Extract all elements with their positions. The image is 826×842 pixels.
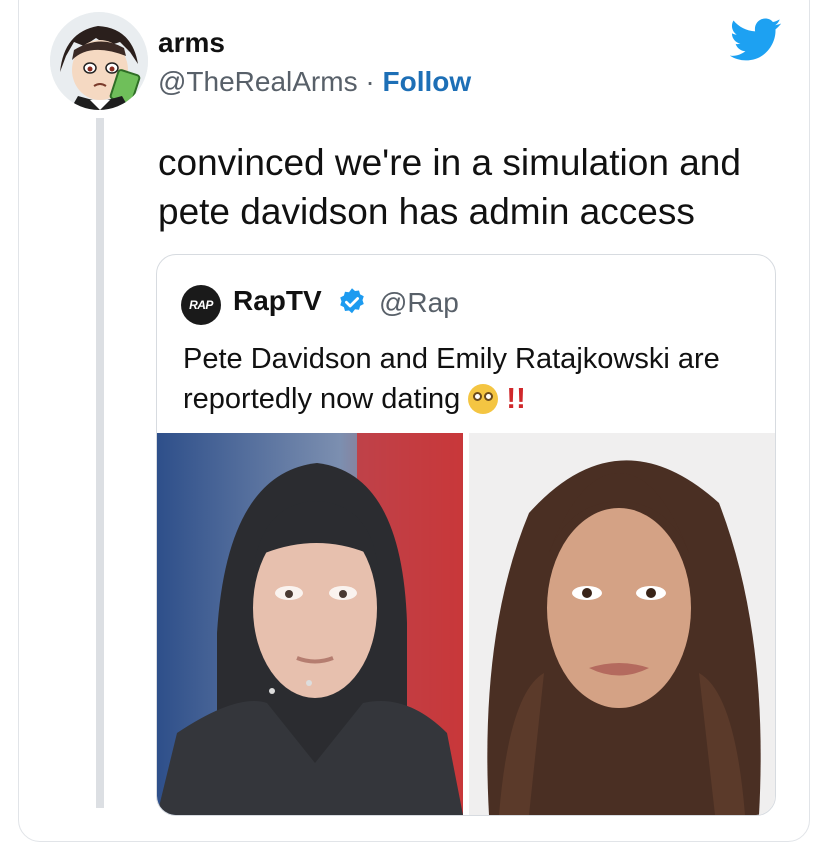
flushed-face-emoji — [468, 384, 499, 414]
quoted-tweet-text: Pete Davidson and Emily Ratajkowski are … — [183, 343, 720, 415]
photo-grid — [157, 433, 775, 815]
photo-left[interactable] — [157, 433, 463, 815]
tweet-text: convinced we're in a simulation and pete… — [158, 142, 741, 232]
author-name[interactable]: arms — [158, 27, 225, 59]
avatar[interactable] — [50, 12, 148, 110]
author-handle-row: @TheRealArms · Follow — [158, 66, 471, 98]
quoted-author-handle[interactable]: @Rap — [379, 287, 459, 319]
anime-avatar-illustration — [50, 12, 148, 110]
verified-badge-icon — [337, 287, 367, 317]
twitter-bird-icon[interactable] — [729, 18, 782, 62]
thread-line — [96, 118, 104, 808]
quoted-text-block: Pete Davidson and Emily Ratajkowski are … — [183, 339, 763, 419]
separator: · — [365, 66, 375, 97]
photo-right[interactable] — [469, 433, 775, 815]
exclamation-mark: !! — [506, 383, 526, 415]
quoted-author-name[interactable]: RapTV — [233, 285, 322, 317]
quoted-tweet[interactable]: RAP RapTV @Rap Pete Davidson and Emily R… — [156, 254, 776, 816]
follow-button[interactable]: Follow — [382, 66, 471, 97]
quoted-avatar[interactable]: RAP — [181, 285, 221, 325]
author-handle[interactable]: @TheRealArms — [158, 66, 358, 97]
